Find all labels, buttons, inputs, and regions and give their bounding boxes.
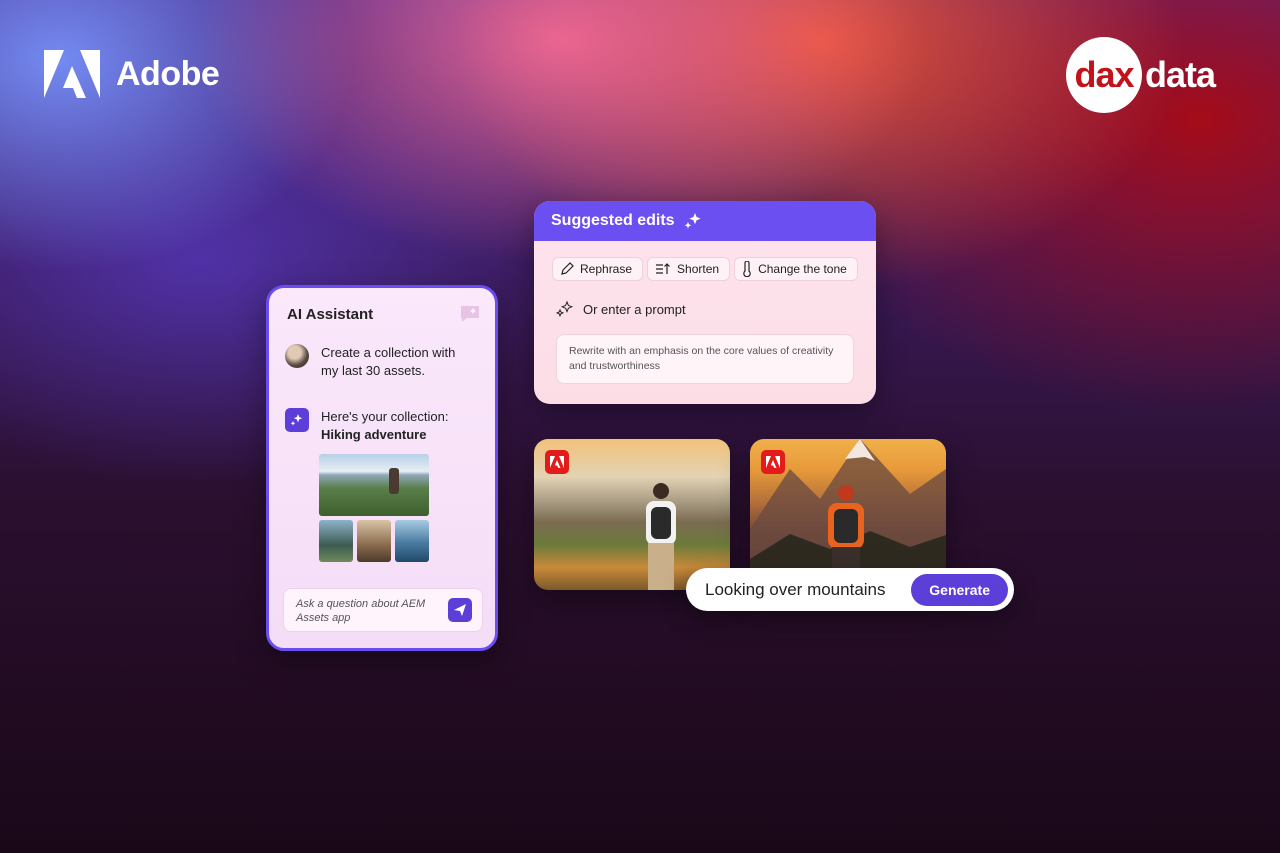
prompt-label: Or enter a prompt [556, 300, 686, 318]
adobe-firefly-badge [545, 450, 569, 474]
sparkle-icon [285, 408, 309, 432]
generated-image-1[interactable] [534, 439, 730, 590]
adobe-firefly-badge [761, 450, 785, 474]
chip-label: Shorten [677, 262, 720, 276]
adobe-logo-icon [766, 456, 780, 468]
sparkle-icon [556, 300, 574, 318]
generate-prompt-bar[interactable]: Looking over mountains Generate [686, 568, 1014, 611]
collection-thumbnails[interactable] [319, 454, 429, 562]
dax-word: data [1145, 54, 1216, 95]
hiker-illustration [646, 483, 676, 590]
send-button[interactable] [448, 598, 472, 622]
thumbnail-row [319, 520, 429, 562]
thumbnail[interactable] [319, 520, 353, 562]
rephrase-chip[interactable]: Rephrase [552, 257, 644, 281]
adobe-wordmark: Adobe [116, 54, 220, 93]
ai-message: Here's your collection: Hiking adventure [285, 408, 471, 444]
shorten-icon [656, 263, 670, 274]
assistant-title: AI Assistant [287, 306, 374, 323]
thermometer-icon [743, 261, 751, 277]
thumbnail[interactable] [357, 520, 391, 562]
prompt-input[interactable]: Rewrite with an emphasis on the core val… [556, 334, 854, 384]
thumbnail[interactable] [395, 520, 429, 562]
suggested-edits-header: Suggested edits [534, 201, 876, 241]
shorten-chip[interactable]: Shorten [647, 257, 731, 281]
adobe-logo: Adobe [44, 50, 220, 98]
ai-message-text: Here's your collection: Hiking adventure [321, 408, 471, 444]
generate-prompt-text[interactable]: Looking over mountains [705, 580, 911, 600]
user-message-text: Create a collection with my last 30 asse… [321, 345, 456, 378]
ai-assistant-panel: AI Assistant Create a collection with my… [266, 285, 498, 651]
prompt-label-text: Or enter a prompt [583, 301, 686, 317]
sparkle-icon [684, 213, 701, 229]
adobe-logo-icon [550, 456, 564, 468]
chat-sparkle-icon[interactable] [459, 304, 481, 324]
pen-icon [561, 262, 574, 275]
chip-label: Rephrase [580, 262, 633, 276]
suggested-edits-panel: Suggested edits Rephrase Shorten Change … [534, 201, 876, 404]
adobe-logo-icon [44, 50, 100, 98]
ai-message-intro: Here's your collection: [321, 409, 449, 424]
user-message: Create a collection with my last 30 asse… [285, 344, 471, 380]
daxdata-logo: dax data [1066, 37, 1216, 113]
edit-chips: Rephrase Shorten Change the tone [552, 257, 858, 281]
thumbnail-main[interactable] [319, 454, 429, 516]
change-tone-chip[interactable]: Change the tone [734, 257, 858, 281]
ask-input[interactable]: Ask a question about AEM Assets app [283, 588, 483, 632]
ask-input-placeholder: Ask a question about AEM Assets app [296, 598, 426, 624]
chip-label: Change the tone [758, 262, 847, 276]
dax-circle: dax [1066, 37, 1142, 113]
hiker-figure [389, 468, 399, 494]
avatar [285, 344, 309, 368]
generate-button[interactable]: Generate [911, 573, 1008, 606]
send-icon [454, 604, 466, 616]
suggested-edits-title: Suggested edits [551, 212, 675, 229]
collection-name[interactable]: Hiking adventure [321, 427, 426, 442]
